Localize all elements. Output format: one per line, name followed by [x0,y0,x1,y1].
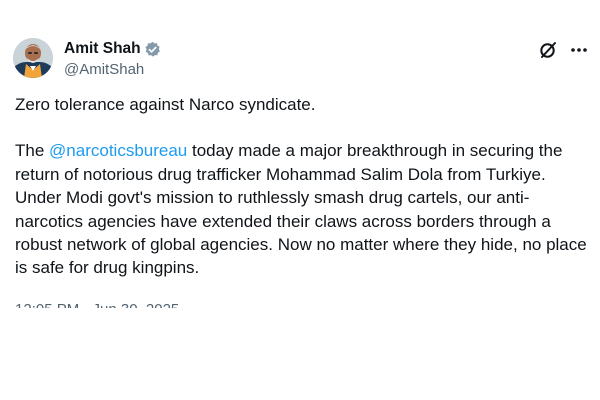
text-prefix: The [15,141,50,161]
verified-badge-icon[interactable] [144,41,161,58]
author-handle[interactable]: @AmitShah [64,61,161,78]
tweet-paragraph-2: The @narcoticsbureau today made a major … [15,139,593,279]
name-row: Amit Shah [64,39,161,59]
tweet-timestamp[interactable]: 12:05 PM · Jun 30, 2025 [15,300,179,308]
tweet-text: Zero tolerance against Narco syndicate. … [15,93,593,280]
text-rest: today made a major breakthrough in secur… [15,141,587,278]
tweet-line-1: Zero tolerance against Narco syndicate. [15,95,316,114]
author-info: Amit Shah @AmitShah [64,39,161,78]
tweet-header: Amit Shah @AmitShah [13,36,591,82]
mention-link[interactable]: @narcoticsbureau [49,141,187,160]
avatar[interactable] [13,38,53,78]
display-name[interactable]: Amit Shah [64,40,141,58]
profile-photo-icon [13,38,53,78]
tweet-actions [538,40,589,60]
tweet-card: Amit Shah @AmitShah Zero tolerance again… [0,0,600,400]
grok-icon[interactable] [538,40,558,60]
more-dots-icon[interactable] [569,40,589,60]
